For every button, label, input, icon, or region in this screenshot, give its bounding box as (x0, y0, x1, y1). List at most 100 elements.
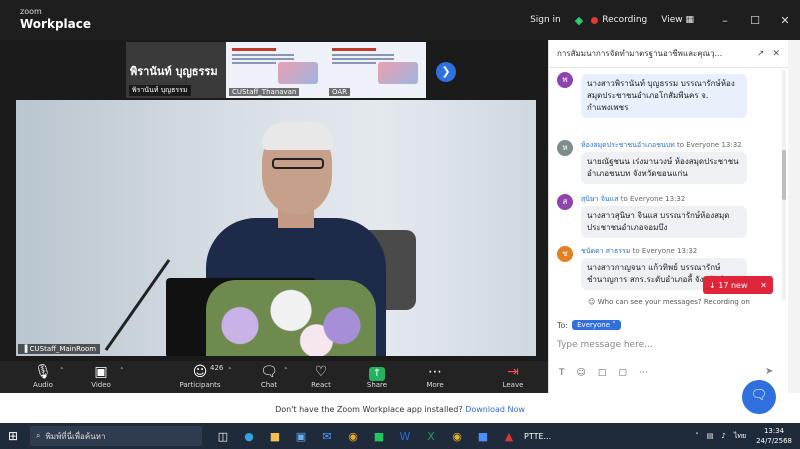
volume-icon[interactable]: ♪ (721, 432, 725, 440)
message-sender: สุนิษา จินแส to Everyone 13:32 (581, 194, 685, 205)
send-icon[interactable]: ➤ (765, 366, 773, 377)
language-indicator[interactable]: ไทย (734, 431, 746, 442)
screenshot-icon[interactable]: ▢ (618, 368, 627, 378)
chat-messages: พ นางสาวพิรานันท์ บุญธรรม บรรณารักษ์ห้องส… (549, 68, 781, 302)
gallery-next-button[interactable]: ❯ (436, 62, 456, 82)
shared-slide-thumbnail (232, 48, 320, 84)
message-bubble[interactable]: นางสาวพิรานันท์ บุญธรรม บรรณารักษ์ห้องสม… (581, 74, 747, 118)
close-button[interactable]: ✕ (770, 14, 800, 27)
chat-title: การสัมมนาการจัดทำมาตรฐานอาชีพและคุณวุ... (557, 49, 723, 58)
share-screen-icon: ↑ (369, 367, 385, 381)
zoom-icon[interactable]: ■ (470, 430, 496, 443)
store-icon[interactable]: ▣ (288, 430, 314, 443)
video-label-text: CUStaff_MainRoom (29, 345, 97, 353)
more-label: More (426, 381, 444, 389)
chevron-up-icon[interactable]: ˄ (695, 432, 699, 440)
minimize-button[interactable]: – (710, 14, 740, 27)
chrome-icon[interactable]: ◉ (340, 430, 366, 443)
avatar[interactable]: พ (557, 72, 573, 88)
message-time: 13:32 (721, 141, 742, 149)
chat-header: การสัมมนาการจัดทำมาตรฐานอาชีพและคุณวุ...… (549, 40, 788, 68)
shared-slide-thumbnail (332, 48, 420, 84)
audio-label: Audio (33, 381, 53, 389)
mail-icon[interactable]: ✉ (314, 430, 340, 443)
participant-tile[interactable]: OAR (326, 42, 426, 98)
view-button[interactable]: View ▦ (661, 15, 694, 25)
excel-icon[interactable]: X (418, 430, 444, 443)
who-can-see-notice[interactable]: ☺ Who can see your messages? Recording o… (549, 298, 789, 306)
sender-name[interactable]: ชนัดดา สาธรรม (581, 247, 630, 255)
leave-button[interactable]: ⇥ Leave (492, 363, 534, 389)
participant-tile[interactable]: CUStaff_Thanavan (226, 42, 326, 98)
react-label: React (311, 381, 331, 389)
chrome-icon[interactable]: ◉ (444, 430, 470, 443)
recording-indicator[interactable]: Recording (602, 15, 647, 25)
clock[interactable]: 13:34 24/7/2568 (756, 426, 792, 446)
new-messages-button[interactable]: ↓ 17 new ✕ (703, 276, 773, 294)
message-recipient: to Everyone (620, 195, 663, 203)
edge-icon[interactable]: ● (236, 430, 262, 443)
heart-icon: ♡ (314, 364, 328, 380)
network-icon[interactable]: ▤ (707, 432, 714, 440)
leave-icon: ⇥ (507, 364, 519, 380)
avatar[interactable]: ส (557, 194, 573, 210)
message-bubble[interactable]: นายณัฐชนน เร่งมานวงษ์ ห้องสมุดประชาชนอำเ… (581, 152, 747, 184)
avatar[interactable]: ห (557, 140, 573, 156)
logo-bottom-text: Workplace (20, 17, 92, 31)
more-options-icon[interactable]: ⋯ (639, 368, 648, 378)
recipient-value: Everyone (577, 321, 611, 329)
message-time: 13:32 (677, 247, 698, 255)
word-icon[interactable]: W (392, 430, 418, 443)
sender-name[interactable]: ห้องสมุดประชาชนอำเภอชนบท (581, 141, 675, 149)
avatar[interactable]: ช (557, 246, 573, 262)
chat-label: Chat (260, 381, 278, 389)
taskbar-apps: ◫ ● ■ ▣ ✉ ◉ ■ W X ◉ ■ ▲ PTTE... (210, 430, 551, 443)
format-text-icon[interactable]: T (559, 368, 565, 378)
participants-options-caret[interactable]: ˄ (228, 367, 232, 375)
help-chat-button[interactable]: 🗨 (742, 380, 776, 414)
browser-page: Don't have the Zoom Workplace app instal… (0, 393, 800, 423)
camera-off-icon: ▣ (94, 364, 108, 380)
react-button[interactable]: ♡ React (300, 363, 342, 389)
pinned-app-label[interactable]: PTTE... (524, 432, 551, 441)
participant-display-name: พิรานันท์ บุญธรรม (130, 65, 218, 78)
sender-name[interactable]: สุนิษา จินแส (581, 195, 619, 203)
line-icon[interactable]: ■ (366, 430, 392, 443)
close-icon[interactable]: ✕ (760, 281, 767, 290)
chat-scrollbar[interactable] (782, 70, 786, 300)
grid-icon: ▦ (685, 15, 694, 25)
windows-start-icon[interactable]: ⊞ (0, 429, 26, 443)
sign-in-button[interactable]: Sign in (530, 15, 561, 25)
taskbar-search[interactable]: ⌕ พิมพ์ที่นี่เพื่อค้นหา (30, 426, 202, 446)
app-icon[interactable]: ▲ (496, 430, 522, 443)
popout-icon[interactable]: ↗ (757, 49, 765, 59)
chat-options-caret[interactable]: ˄ (284, 367, 288, 375)
more-button[interactable]: ⋯ More (414, 363, 456, 389)
browser-gutter (788, 40, 800, 393)
emoji-icon[interactable]: ☺ (577, 368, 586, 378)
task-view-icon[interactable]: ◫ (210, 430, 236, 443)
recipient-select[interactable]: Everyone ˅ (572, 320, 621, 330)
audio-options-caret[interactable]: ˄ (60, 367, 64, 375)
message-sender: ห้องสมุดประชาชนอำเภอชนบท to Everyone 13:… (581, 140, 742, 151)
download-now-link[interactable]: Download Now (465, 405, 525, 414)
chat-message-input[interactable] (557, 338, 777, 352)
recording-dot-icon (591, 16, 599, 24)
shield-icon[interactable]: ◆ (575, 14, 583, 27)
file-icon[interactable]: □ (598, 368, 607, 378)
view-label: View (661, 15, 683, 25)
participant-tile[interactable]: พิรานันท์ บุญธรรม พิรานันท์ บุญธรรม (126, 42, 226, 98)
close-icon[interactable]: ✕ (772, 49, 780, 59)
message-bubble[interactable]: นางสาวสุนิษา จินแส บรรณารักษ์ห้องสมุดประ… (581, 206, 747, 238)
recipient-row: To: Everyone ˅ (557, 320, 621, 330)
video-options-caret[interactable]: ˄ (120, 367, 124, 375)
audio-button[interactable]: 🎙 Audio (22, 363, 64, 389)
file-explorer-icon[interactable]: ■ (262, 430, 288, 443)
share-button[interactable]: ↑ Share (356, 363, 398, 389)
active-speaker-video[interactable]: ▐ CUStaff_MainRoom (16, 100, 536, 356)
maximize-button[interactable]: ☐ (740, 14, 770, 27)
new-messages-count: 17 new (718, 280, 748, 290)
video-button[interactable]: ▣ Video (80, 363, 122, 389)
logo-top-text: zoom (20, 7, 42, 16)
chat-bubble-icon: 🗨 (750, 388, 768, 403)
